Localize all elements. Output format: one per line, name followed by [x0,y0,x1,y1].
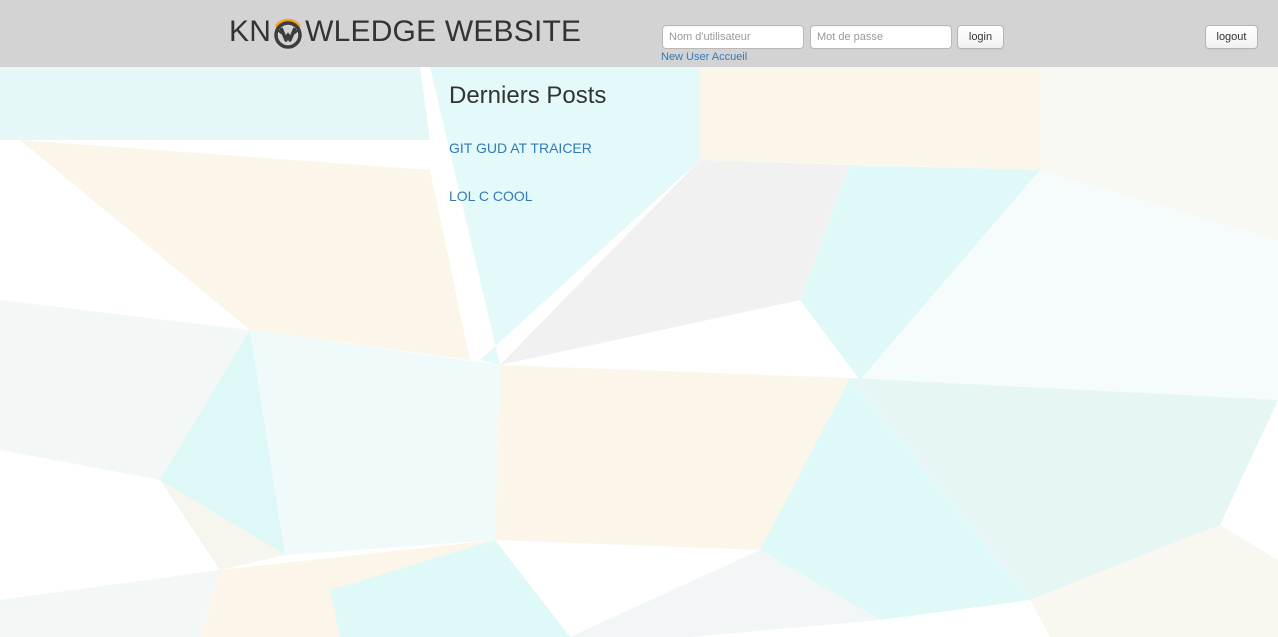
page-title: Derniers Posts [449,82,607,109]
login-button[interactable]: login [957,25,1004,49]
post-link[interactable]: GIT GUD AT TRAICER [449,140,592,156]
logo-text-suffix: WLEDGE WEBSITE [305,15,582,48]
logout-button[interactable]: logout [1205,25,1258,49]
overwatch-emblem-icon [272,18,304,50]
top-header: KN WLEDGE WEBSITE login New User Accueil… [0,0,1278,67]
post-link[interactable]: LOL C COOL [449,188,533,204]
password-input[interactable] [810,25,952,49]
username-input[interactable] [662,25,804,49]
logo-text-prefix: KN [229,15,272,48]
site-logo[interactable]: KN WLEDGE WEBSITE [229,12,581,52]
new-user-link[interactable]: New User Accueil [661,51,747,63]
main-content: Derniers Posts GIT GUD AT TRAICER LOL C … [449,80,849,204]
